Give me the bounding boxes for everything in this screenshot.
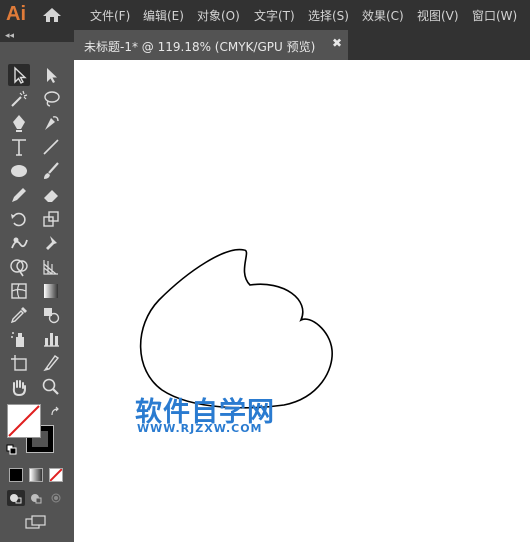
artboard-canvas[interactable] (74, 60, 530, 542)
swap-colors-icon[interactable] (50, 406, 62, 418)
symbol-sprayer-tool-icon[interactable] (8, 328, 30, 350)
menu-select[interactable]: 选择(S) (308, 7, 349, 24)
tools-panel (0, 42, 74, 542)
perspective-grid-tool-icon[interactable] (40, 256, 62, 278)
none-mode-icon[interactable] (49, 468, 63, 482)
eyedropper-tool-icon[interactable] (8, 304, 30, 326)
draw-inside-icon[interactable] (47, 490, 65, 506)
fill-swatch-front[interactable] (7, 404, 41, 438)
color-mode-icon[interactable] (9, 468, 23, 482)
blend-tool-icon[interactable] (40, 304, 62, 326)
menu-bar: Ai 文件(F) 编辑(E) 对象(O) 文字(T) 选择(S) 效果(C) 视… (0, 0, 530, 30)
paintbrush-tool-icon[interactable] (40, 160, 62, 182)
default-colors-icon[interactable] (6, 444, 18, 456)
warp-tool-icon[interactable] (8, 232, 30, 254)
watermark-url: WWW.RJZXW.COM (137, 422, 263, 435)
shape-builder-tool-icon[interactable] (8, 256, 30, 278)
mesh-tool-icon[interactable] (8, 280, 30, 302)
document-tab-title: 未标题-1* @ 119.18% (CMYK/GPU 预览) (84, 40, 316, 54)
puppet-warp-tool-icon[interactable] (40, 232, 62, 254)
home-icon[interactable] (42, 7, 62, 23)
type-tool-icon[interactable] (8, 136, 30, 158)
menu-file[interactable]: 文件(F) (90, 7, 130, 24)
menu-object[interactable]: 对象(O) (197, 7, 240, 24)
slice-tool-icon[interactable] (40, 352, 62, 374)
line-segment-tool-icon[interactable] (40, 136, 62, 158)
screen-mode-icon[interactable] (24, 514, 48, 530)
menu-effect[interactable]: 效果(C) (362, 7, 404, 24)
zoom-tool-icon[interactable] (40, 376, 62, 398)
gradient-tool-icon[interactable] (40, 280, 62, 302)
menu-edit[interactable]: 编辑(E) (143, 7, 184, 24)
selection-tool-icon[interactable] (8, 64, 30, 86)
lasso-tool-icon[interactable] (40, 88, 62, 110)
curvature-tool-icon[interactable] (40, 112, 62, 134)
gradient-mode-icon[interactable] (29, 468, 43, 482)
menu-view[interactable]: 视图(V) (417, 7, 459, 24)
draw-behind-icon[interactable] (27, 490, 45, 506)
rotate-tool-icon[interactable] (8, 208, 30, 230)
pen-tool-icon[interactable] (8, 112, 30, 134)
column-graph-tool-icon[interactable] (40, 328, 62, 350)
close-tab-icon[interactable]: ✖ (332, 36, 342, 50)
direct-selection-tool-icon[interactable] (40, 64, 62, 86)
document-tab[interactable]: 未标题-1* @ 119.18% (CMYK/GPU 预览) ✖ (74, 30, 348, 60)
eraser-tool-icon[interactable] (40, 184, 62, 206)
ellipse-tool-icon[interactable] (8, 160, 30, 182)
magic-wand-tool-icon[interactable] (8, 88, 30, 110)
artboard-tool-icon[interactable] (8, 352, 30, 374)
menu-type[interactable]: 文字(T) (254, 7, 295, 24)
draw-normal-icon[interactable] (7, 490, 25, 506)
collapse-panel-icon[interactable]: ◂◂ (5, 31, 14, 41)
menu-window[interactable]: 窗口(W) (472, 7, 517, 24)
hand-tool-icon[interactable] (8, 376, 30, 398)
drawn-shape[interactable] (74, 60, 530, 542)
scale-tool-icon[interactable] (40, 208, 62, 230)
app-logo: Ai (6, 3, 26, 25)
pencil-tool-icon[interactable] (8, 184, 30, 206)
